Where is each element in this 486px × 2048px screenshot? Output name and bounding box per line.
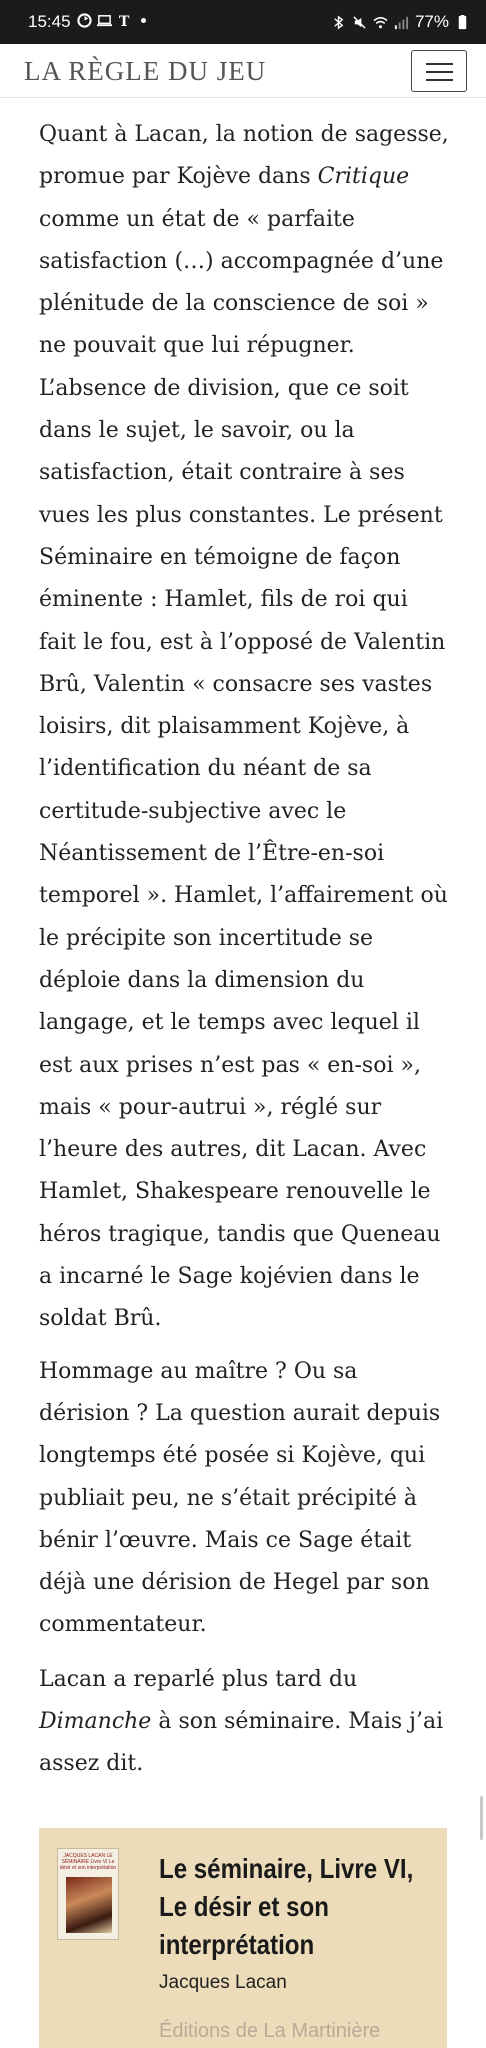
system-icons: 77% (331, 12, 470, 32)
article-paragraph: Hommage au maître ? Ou sa dérision ? La … (39, 1358, 441, 1638)
hamburger-menu-icon (426, 63, 453, 65)
book-card[interactable]: JACQUES LACAN LE SÉMINAIRE Livre VI Le d… (39, 1828, 447, 2048)
scrollbar[interactable] (480, 1796, 483, 1840)
book-title[interactable]: Le séminaire, Livre VI, Le désir et son … (159, 1850, 417, 1964)
nyt-icon: T (119, 14, 130, 28)
article-paragraph: Lacan a reparlé plus tard du Dimanche à … (39, 1659, 451, 1786)
signal-icon (394, 16, 409, 29)
hamburger-line (426, 79, 453, 81)
battery-percent: 77% (414, 12, 449, 31)
menu-button[interactable] (411, 50, 467, 92)
book-publisher: Éditions de La Martinière (159, 2020, 381, 2042)
notification-icons: T (77, 13, 146, 28)
book-title-italic: Dimanche (39, 1708, 152, 1734)
bluetooth-icon (334, 14, 344, 30)
hamburger-line (426, 71, 453, 73)
status-bar: 15:45 T 77% (0, 0, 486, 44)
site-logo[interactable]: LA RÈGLE DU JEU (24, 56, 266, 87)
book-cover-image[interactable]: JACQUES LACAN LE SÉMINAIRE Livre VI Le d… (57, 1848, 119, 1940)
cover-artwork (66, 1877, 112, 1933)
article-body: Quant à Lacan, la notion de sagesse, pro… (39, 114, 451, 1796)
laptop-icon (97, 15, 112, 27)
article-paragraph: Quant à Lacan, la notion de sagesse, pro… (39, 114, 451, 1341)
book-author: Jacques Lacan (159, 1972, 287, 1993)
sync-icon (77, 13, 92, 28)
wifi-icon (373, 16, 388, 28)
text-segment: comme un état de « parfaite satisfaction… (39, 206, 448, 1332)
battery-icon (458, 14, 467, 29)
journal-title-italic: Critique (317, 164, 410, 190)
svg-text:T: T (119, 14, 130, 28)
mute-icon (353, 15, 366, 29)
dot-icon (141, 18, 146, 23)
status-time: 15:45 (28, 12, 71, 31)
site-header: LA RÈGLE DU JEU (0, 44, 486, 98)
text-segment: Lacan a reparlé plus tard du (39, 1666, 358, 1692)
cover-text: JACQUES LACAN LE SÉMINAIRE Livre VI Le d… (59, 1853, 117, 1871)
